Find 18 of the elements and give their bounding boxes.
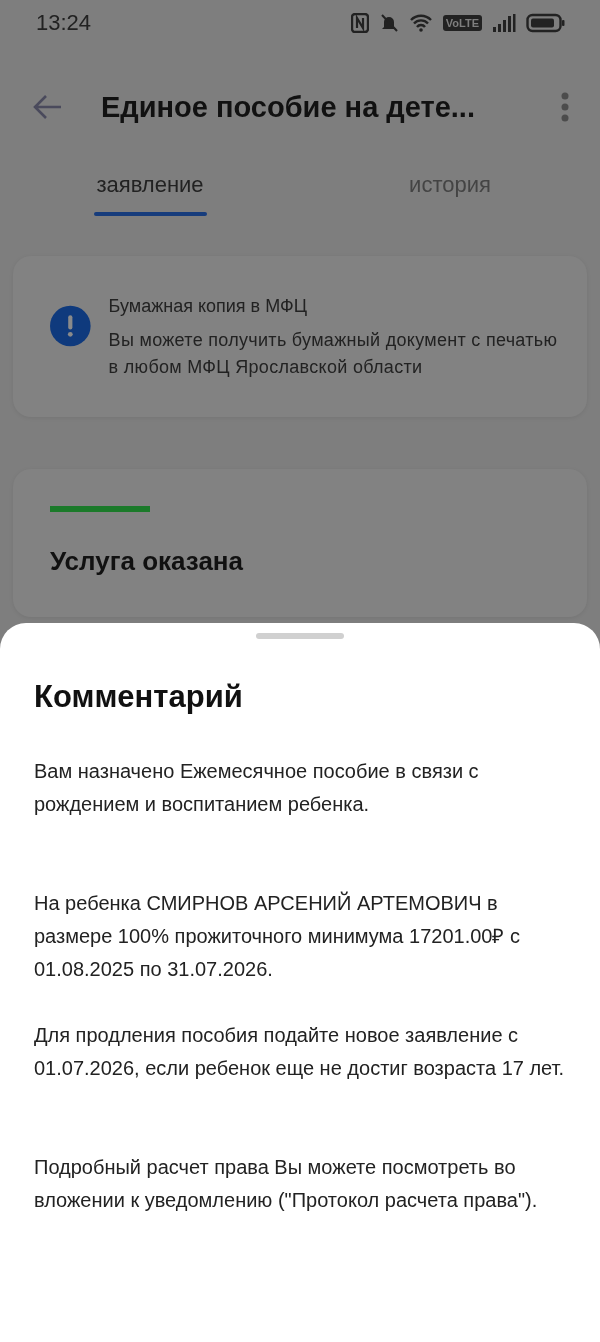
more-menu-icon[interactable] (560, 92, 570, 122)
status-time: 13:24 (36, 10, 92, 36)
nfc-icon (350, 13, 369, 33)
wifi-icon (408, 13, 433, 33)
sheet-title: Комментарий (34, 679, 244, 715)
drag-handle[interactable] (256, 633, 344, 639)
signal-icon (492, 13, 516, 33)
back-arrow-icon[interactable] (33, 94, 63, 120)
battery-icon (526, 13, 566, 33)
bell-muted-icon (378, 13, 399, 33)
status-title: Услуга оказана (50, 546, 245, 577)
comment-text: Вам назначено Ежемесячное пособие в связи с рождением и воспитанием ребенка. На ребенка СМИРНОВ АРСЕНИЙ АРТЕМОВИЧ в размере 100% прожиточного минимума 17201.00₽ с 01.08.2025 по 31.07.2026. Для продления пособия подайте новое заявление с 01.07.2026, если ребенок еще не достиг возраста 17 лет. Подробный расчет права Вы можете посмотреть во вложении к уведомлению ("Протокол расчета права"). (34, 759, 566, 1213)
notice-text: Вы можете получить бумажный документ с печатью в любом МФЦ Ярославской области (108, 329, 559, 379)
tab[interactable]: заявление (0, 160, 300, 216)
tab[interactable]: история (300, 160, 600, 216)
page-title: Единое пособие на дете... (101, 90, 476, 124)
volte-badge: VoLTE (442, 15, 482, 31)
notice-title: Бумажная копия в МФЦ (108, 296, 308, 317)
